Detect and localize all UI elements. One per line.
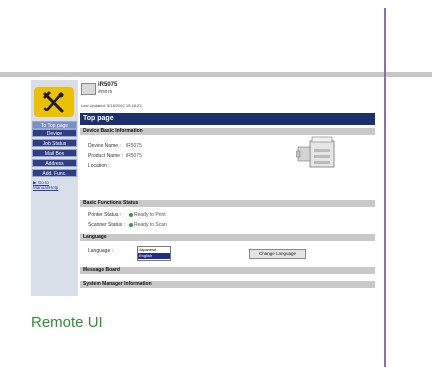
language-label: Language : (88, 248, 114, 254)
location-label: Location : (88, 163, 110, 169)
printer-status-label: Printer Status : (88, 212, 122, 218)
sidebar-item-address[interactable]: Address (32, 159, 77, 167)
main-content: iR5075 iR5075 Last Updated: 5/18/2007 15… (78, 80, 375, 296)
sidebar-item-device[interactable]: Device (32, 129, 77, 137)
section-device-basic-info: Device Basic Information (80, 128, 375, 135)
remote-ui-screenshot: To Top page Device Job Status Mail Box A… (31, 80, 375, 296)
scanner-status: Ready to Scan (129, 222, 167, 228)
section-message-board: Message Board (80, 267, 375, 274)
device-name: iR5075 (98, 89, 113, 94)
device-name-label: Device Name : (88, 143, 121, 149)
status-ok-icon (129, 212, 133, 217)
device-model: iR5075 (98, 82, 118, 88)
page-title: Top page (80, 113, 375, 125)
sidebar: To Top page Device Job Status Mail Box A… (31, 80, 78, 296)
scanner-status-label: Scanner Status : (88, 222, 125, 228)
section-system-manager-info: System Manager Information (80, 281, 375, 288)
status-ok-icon (129, 222, 133, 227)
to-top-page-button[interactable]: To Top page (32, 121, 77, 129)
change-language-button[interactable]: Change Language (249, 249, 306, 259)
vertical-divider (384, 8, 386, 367)
caption: Remote UI (31, 314, 103, 331)
sidebar-item-add-func[interactable]: Add. Func. (32, 169, 77, 177)
product-name-value: iR5075 (126, 153, 142, 159)
horizontal-divider (0, 72, 432, 77)
printer-status-value: Ready to Print (134, 212, 166, 218)
product-name-label: Product Name : (88, 153, 123, 159)
section-language: Language (80, 234, 375, 241)
manual-help-link[interactable]: ▶ Go to Manual/Help (33, 180, 75, 190)
printer-image (296, 136, 335, 168)
device-name-value: iR5075 (126, 143, 142, 149)
device-icon (81, 83, 96, 95)
section-basic-functions-status: Basic Functions Status (80, 200, 375, 207)
last-updated: Last Updated: 5/18/2007 15:18:23 (81, 103, 142, 108)
tools-icon (43, 91, 64, 113)
language-option-english[interactable]: English (138, 253, 170, 259)
sidebar-item-mail-box[interactable]: Mail Box (32, 149, 77, 157)
sidebar-item-job-status[interactable]: Job Status (32, 139, 77, 147)
language-select[interactable]: Japanese English (137, 246, 171, 261)
remote-ui-logo (34, 87, 74, 117)
printer-status: Ready to Print (129, 212, 166, 218)
scanner-status-value: Ready to Scan (134, 222, 167, 228)
